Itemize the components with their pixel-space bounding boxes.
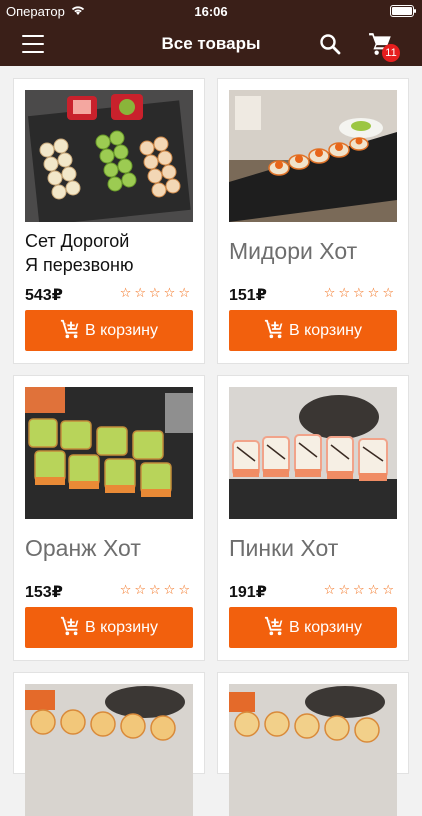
- page-title: Все товары: [161, 34, 261, 53]
- product-price: 191₽: [229, 584, 267, 601]
- add-to-cart-label: В корзину: [84, 322, 159, 339]
- rating-stars[interactable]: ☆☆☆☆☆: [120, 285, 193, 301]
- add-to-cart-label: В корзину: [84, 619, 159, 636]
- rating-stars[interactable]: ☆☆☆☆☆: [324, 582, 397, 598]
- cart-plus-icon: [60, 320, 79, 339]
- product-grid: Сет Дорогой Я перезвоню 543₽ ☆☆☆☆☆ В кор…: [0, 66, 422, 816]
- product-name: Пинки Хот: [229, 535, 339, 561]
- product-photo: [25, 90, 193, 222]
- add-to-cart-button[interactable]: В корзину: [25, 310, 193, 351]
- product-price: 543₽: [25, 287, 63, 304]
- product-name-line2: Я перезвоню: [25, 255, 134, 275]
- add-to-cart-label: В корзину: [288, 322, 363, 339]
- product-price: 153₽: [25, 584, 63, 601]
- search-icon[interactable]: [318, 32, 342, 56]
- nav-bar: Все товары 11: [0, 22, 422, 66]
- product-card[interactable]: Сет Дорогой Я перезвоню 543₽ ☆☆☆☆☆ В кор…: [13, 78, 205, 364]
- product-card[interactable]: Мидори Хот 151₽ ☆☆☆☆☆ В корзину: [217, 78, 409, 364]
- product-photo: [25, 684, 193, 816]
- add-to-cart-button[interactable]: В корзину: [229, 607, 397, 648]
- clock: 16:06: [194, 4, 228, 19]
- cart-plus-icon: [60, 617, 79, 636]
- product-name: Сет Дорогой Я перезвоню: [25, 229, 197, 277]
- product-photo: [229, 684, 397, 816]
- cart-plus-icon: [264, 617, 283, 636]
- cart-count-badge: 11: [382, 44, 400, 62]
- product-name-line1: Сет Дорогой: [25, 231, 130, 251]
- add-to-cart-label: В корзину: [288, 619, 363, 636]
- product-card[interactable]: Оранж Хот 153₽ ☆☆☆☆☆ В корзину: [13, 375, 205, 661]
- rating-stars[interactable]: ☆☆☆☆☆: [120, 582, 193, 598]
- cart-plus-icon: [264, 320, 283, 339]
- product-price: 151₽: [229, 287, 267, 304]
- product-photo: [229, 387, 397, 519]
- status-bar: Оператор 16:06: [0, 0, 422, 22]
- product-card[interactable]: [13, 672, 205, 816]
- product-name: Мидори Хот: [229, 238, 358, 264]
- product-photo: [229, 90, 397, 222]
- add-to-cart-button[interactable]: В корзину: [229, 310, 397, 351]
- product-photo: [25, 387, 193, 519]
- product-name: Оранж Хот: [25, 535, 141, 561]
- rating-stars[interactable]: ☆☆☆☆☆: [324, 285, 397, 301]
- add-to-cart-button[interactable]: В корзину: [25, 607, 193, 648]
- product-card[interactable]: [217, 672, 409, 816]
- product-card[interactable]: Пинки Хот 191₽ ☆☆☆☆☆ В корзину: [217, 375, 409, 661]
- battery-icon: [390, 5, 416, 17]
